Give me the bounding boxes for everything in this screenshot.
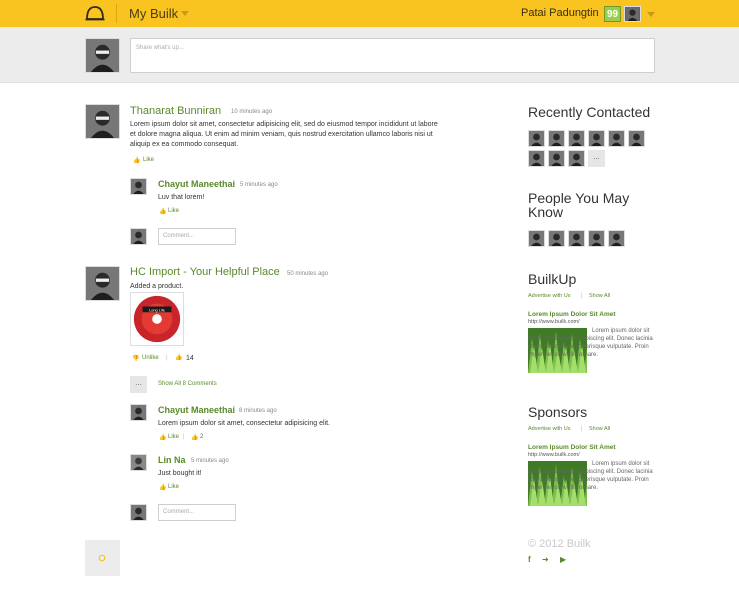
thumb-down-icon[interactable]: 👎 <box>132 355 139 362</box>
product-image[interactable]: Long Life <box>130 292 184 346</box>
contact-avatar[interactable] <box>608 130 625 147</box>
user-name[interactable]: Patai Padungtin <box>521 7 599 19</box>
unlike-button[interactable]: Unlike <box>142 355 159 361</box>
ad-text: Lorem ipsum dolor sit amet, consectetur … <box>528 461 653 491</box>
contact-avatar[interactable] <box>528 150 545 167</box>
like-count: 2 <box>200 434 204 440</box>
advertise-link[interactable]: Advertise with Us <box>528 293 571 299</box>
avatar[interactable] <box>624 6 641 22</box>
product-label: Long Life <box>149 308 165 312</box>
thumb-up-icon[interactable]: 👍 <box>159 484 166 491</box>
comment-input[interactable]: Comment... <box>158 504 236 521</box>
contact-avatar[interactable] <box>608 230 625 247</box>
ad-url[interactable]: http://www.builk.com/ <box>528 452 580 458</box>
thumb-up-icon[interactable]: 👍 <box>133 157 140 164</box>
show-all-link[interactable]: Show All <box>589 426 610 432</box>
thumb-up-icon[interactable]: 👍 <box>159 208 166 215</box>
avatar[interactable] <box>130 228 147 245</box>
thumb-up-icon[interactable]: 👍 <box>175 354 182 361</box>
load-more-button[interactable] <box>85 540 120 576</box>
contact-avatar[interactable] <box>548 230 565 247</box>
avatar[interactable] <box>85 38 120 73</box>
ad-title[interactable]: Lorem Ipsum Dolor Sit Amet <box>528 311 616 318</box>
recently-contacted-title: Recently Contacted <box>528 104 651 120</box>
post-text: Lorem ipsum dolor sit amet, consectetur … <box>130 121 438 148</box>
post-author[interactable]: Thanarat Bunniran <box>130 105 221 117</box>
helmet-icon[interactable] <box>85 5 105 22</box>
comment-input[interactable]: Comment... <box>158 228 236 245</box>
like-button[interactable]: Like <box>168 434 179 440</box>
contact-avatar[interactable] <box>588 130 605 147</box>
contact-avatar[interactable] <box>528 130 545 147</box>
chevron-down-icon[interactable] <box>181 11 189 16</box>
avatar[interactable] <box>85 266 120 301</box>
advertise-link[interactable]: Advertise with Us <box>528 426 571 432</box>
avatar[interactable] <box>130 454 147 471</box>
separator: | <box>166 355 168 361</box>
contact-avatar[interactable] <box>528 230 545 247</box>
comment-text: Luv that lorem! <box>158 194 205 201</box>
comment-text: Lorem ipsum dolor sit amet, consectetur … <box>158 420 330 427</box>
brand-menu[interactable]: My Builk <box>129 6 178 21</box>
avatar[interactable] <box>85 104 120 139</box>
comment-author[interactable]: Chayut Maneethai <box>158 179 235 189</box>
thumb-up-icon[interactable]: 👍 <box>159 434 166 441</box>
show-all-link[interactable]: Show All <box>589 293 610 299</box>
contact-avatar[interactable] <box>568 230 585 247</box>
top-bar: My Builk Patai Padungtin 99 <box>0 0 739 27</box>
ad-url[interactable]: http://www.builk.com/ <box>528 319 580 325</box>
avatar[interactable] <box>130 504 147 521</box>
comment-time: 5 minutes ago <box>191 458 229 464</box>
ad-title[interactable]: Lorem Ipsum Dolor Sit Amet <box>528 444 616 451</box>
more-button[interactable]: ... <box>130 376 147 393</box>
contact-avatar[interactable] <box>628 130 645 147</box>
contact-avatar[interactable] <box>548 150 565 167</box>
post-text: Added a product. <box>130 283 184 290</box>
separator: | <box>581 293 583 299</box>
avatar[interactable] <box>130 178 147 195</box>
comment-author[interactable]: Chayut Maneethai <box>158 405 235 415</box>
spinner-icon <box>98 554 106 562</box>
like-button[interactable]: Like <box>143 157 154 163</box>
post-author[interactable]: HC Import - Your Helpful Place <box>130 266 280 278</box>
comment-text: Just bought it! <box>158 470 202 477</box>
share-input[interactable]: Share what's up... <box>130 38 655 73</box>
post-time: 10 minutes ago <box>231 109 273 115</box>
separator: | <box>183 434 185 440</box>
avatar[interactable] <box>130 404 147 421</box>
more-contacts-button[interactable]: ... <box>588 150 605 167</box>
youtube-icon[interactable]: ▶ <box>560 555 566 564</box>
post-time: 50 minutes ago <box>287 271 329 277</box>
twitter-icon[interactable]: ➜ <box>542 555 549 564</box>
user-badge[interactable]: 99 <box>604 6 621 22</box>
contact-avatar[interactable] <box>568 130 585 147</box>
like-button[interactable]: Like <box>168 484 179 490</box>
brand-divider <box>116 4 117 23</box>
comment-time: 5 minutes ago <box>240 182 278 188</box>
comment-time: 8 minutes ago <box>239 408 277 414</box>
show-all-comments-link[interactable]: Show All 8 Comments <box>158 381 217 387</box>
separator: | <box>581 426 583 432</box>
sponsors-title: Sponsors <box>528 404 588 420</box>
contact-avatar[interactable] <box>548 130 565 147</box>
people-you-may-know-title: People You May Know <box>528 190 630 220</box>
contact-avatar[interactable] <box>588 230 605 247</box>
facebook-icon[interactable]: f <box>528 555 531 564</box>
ad-text: Lorem ipsum dolor sit amet, consectetur … <box>528 328 653 358</box>
chevron-down-icon[interactable] <box>647 12 655 17</box>
thumb-up-icon[interactable]: 👍 <box>191 434 198 441</box>
copyright: © 2012 Builk <box>528 538 591 550</box>
builkup-title: BuilkUp <box>528 271 577 287</box>
contact-avatar[interactable] <box>568 150 585 167</box>
like-button[interactable]: Like <box>168 208 179 214</box>
comment-author[interactable]: Lin Na <box>158 455 186 465</box>
like-count: 14 <box>186 355 194 362</box>
